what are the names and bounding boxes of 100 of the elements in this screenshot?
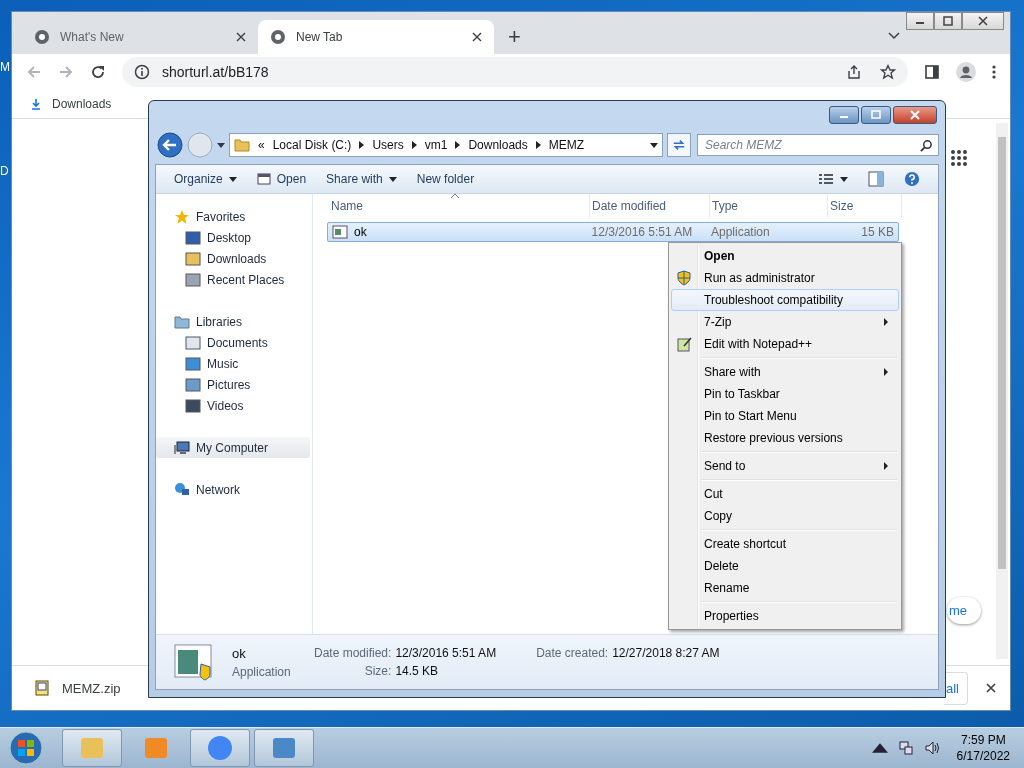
download-item[interactable]: MEMZ.zip [34,680,121,696]
back-icon[interactable] [157,132,183,158]
column-header[interactable]: Date modified [590,194,710,218]
menu-item[interactable]: Troubleshoot compatibility [671,289,899,311]
clock[interactable]: 7:59 PM 6/17/2022 [946,732,1024,764]
menu-item[interactable]: Send to [671,455,899,477]
close-icon[interactable] [236,32,246,42]
chevron-right-icon[interactable] [411,141,417,149]
menu-item[interactable]: Cut [671,483,899,505]
close-button[interactable] [962,12,1004,30]
toolbar-button[interactable]: Share with [318,169,405,189]
nav-item[interactable]: Desktop [156,227,312,248]
nav-item[interactable]: Videos [156,395,312,416]
nav-item[interactable]: Music [156,353,312,374]
nav-item[interactable]: Libraries [156,311,312,332]
minimize-button[interactable] [829,106,859,124]
help-icon[interactable] [904,171,920,187]
side-panel-icon[interactable] [924,64,940,80]
nav-item[interactable]: Recent Places [156,269,312,290]
menu-icon[interactable] [992,64,996,80]
maximize-button[interactable] [934,12,962,30]
desktop-icon-label: M [0,60,10,74]
chevron-right-icon[interactable] [455,141,461,149]
caret-icon [840,176,848,182]
toolbar-button[interactable]: Organize [166,169,245,189]
volume-icon[interactable] [923,740,940,756]
menu-item[interactable]: Restore previous versions [671,427,899,449]
menu-item[interactable]: Create shortcut [671,533,899,555]
minimize-button[interactable] [906,12,934,30]
notepad-icon [676,336,692,352]
breadcrumb-item[interactable]: Downloads [468,138,528,152]
menu-item[interactable]: 7-Zip [671,311,899,333]
refresh-button[interactable] [667,133,691,157]
chevron-right-icon[interactable] [359,141,365,149]
address-bar[interactable]: « Local Disk (C:) Users vm1 Downloads MEMZ [229,133,663,157]
network-icon[interactable] [897,740,914,756]
start-button[interactable] [8,730,44,766]
computer-icon [174,439,190,456]
nav-item[interactable]: Pictures [156,374,312,395]
breadcrumb-item[interactable]: Users [372,138,404,152]
reload-icon[interactable] [90,64,106,80]
file-row[interactable]: ok 12/3/2016 5:51 AM Application 15 KB [327,222,899,242]
shield-icon [676,270,692,286]
browser-tab[interactable]: What's New [22,20,258,54]
profile-icon[interactable] [956,62,976,82]
nav-item[interactable]: Downloads [156,248,312,269]
taskbar-button[interactable] [254,729,314,767]
page-button[interactable]: me [947,597,982,624]
address-bar[interactable]: shorturl.at/bB178 [122,57,908,87]
menu-item[interactable]: Delete [671,555,899,577]
maximize-button[interactable] [861,106,891,124]
nav-item[interactable]: Documents [156,332,312,353]
desktop-icon-label: D [0,164,9,178]
menu-item[interactable]: Copy [671,505,899,527]
browser-tab[interactable]: New Tab [258,20,494,54]
nav-item[interactable]: Network [156,479,312,500]
nav-item[interactable]: My Computer [156,437,310,458]
apps-grid-icon[interactable] [950,149,968,167]
preview-pane-icon[interactable] [868,171,884,187]
toolbar-button[interactable]: New folder [408,169,483,189]
detail-label: Date created: [536,646,609,660]
window-icon [256,172,271,186]
search-field[interactable]: Search MEMZ [697,134,939,156]
menu-item[interactable]: Open [671,245,899,267]
menu-item[interactable]: Pin to Start Menu [671,405,899,427]
caret-icon[interactable] [217,142,225,148]
breadcrumb-item[interactable]: Local Disk (C:) [272,138,352,152]
toolbar-button[interactable]: Open [248,169,315,189]
detail-value: 12/27/2018 8:27 AM [612,646,720,660]
close-icon[interactable] [986,683,996,693]
star-icon[interactable] [880,64,896,80]
share-icon[interactable] [846,64,862,80]
menu-item[interactable]: Share with [671,361,899,383]
chevron-down-icon[interactable] [888,32,900,40]
star-icon [174,208,190,225]
menu-item[interactable]: Run as administrator [671,267,899,289]
overflow-button[interactable]: « [258,138,265,152]
new-tab-button[interactable]: + [508,24,521,50]
caret-icon[interactable] [650,142,658,148]
bookmark-item[interactable]: Downloads [30,97,112,111]
nav-item[interactable]: Favorites [156,206,312,227]
file-type: Application [232,664,291,679]
column-header[interactable]: Size [828,194,902,218]
globe-icon [174,481,190,498]
globe-icon [34,29,50,45]
taskbar-button[interactable] [190,729,250,767]
column-header[interactable]: Name [329,194,590,218]
menu-item[interactable]: Pin to Taskbar [671,383,899,405]
close-button[interactable] [893,106,937,124]
menu-item[interactable]: Rename [671,577,899,599]
column-header[interactable]: Type [710,194,828,218]
menu-item[interactable]: Properties [671,605,899,627]
info-icon [134,64,150,80]
menu-item[interactable]: Edit with Notepad++ [671,333,899,355]
scrollbar[interactable] [996,123,1008,659]
search-icon[interactable] [920,139,933,152]
chevron-right-icon[interactable] [535,141,541,149]
close-icon[interactable] [472,32,482,42]
breadcrumb-item[interactable]: MEMZ [548,138,585,152]
breadcrumb-item[interactable]: vm1 [424,138,448,152]
